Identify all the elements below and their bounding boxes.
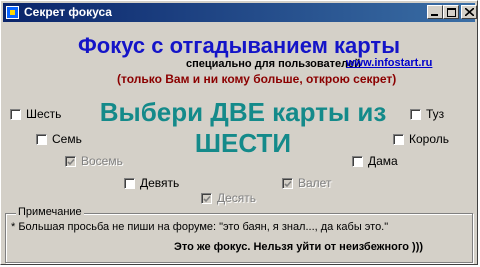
checkbox-seven-box[interactable] [36, 133, 47, 145]
checkbox-queen-label: Дама [368, 154, 398, 168]
checkbox-jack[interactable]: Валет [282, 176, 331, 190]
close-icon [465, 8, 474, 16]
window-title: Секрет фокуса [24, 5, 112, 19]
checkbox-nine-box[interactable] [124, 177, 135, 189]
notes-group-title: Примечание [16, 206, 84, 218]
trick-title: Фокус с отгадыванием карты [78, 33, 400, 58]
checkbox-six[interactable]: Шесть [10, 107, 61, 121]
checkbox-king[interactable]: Король [393, 132, 449, 146]
checkbox-ten[interactable]: Десять [201, 191, 256, 205]
instruction-line-2: ШЕСТИ [194, 128, 292, 158]
checkbox-ace-label: Туз [426, 107, 445, 121]
checkbox-ten-box[interactable] [201, 192, 212, 204]
checkbox-seven[interactable]: Семь [36, 132, 82, 146]
checkbox-six-label: Шесть [26, 107, 62, 121]
checkbox-ten-label: Десять [217, 191, 257, 205]
checkbox-seven-label: Семь [52, 132, 82, 146]
checkbox-eight-label: Восемь [81, 154, 123, 168]
checkbox-nine[interactable]: Девять [124, 176, 179, 190]
checkmark-icon [284, 180, 292, 187]
checkbox-eight-box[interactable] [65, 155, 76, 167]
maximize-button[interactable] [443, 5, 459, 19]
app-icon [6, 6, 19, 19]
checkbox-queen-box[interactable] [352, 155, 363, 167]
notes-text: * Большая просьба не пиши на форуме: "эт… [11, 221, 389, 233]
checkbox-ace-box[interactable] [410, 108, 421, 120]
checkbox-king-label: Король [409, 132, 450, 146]
footer-text: Это же фокус. Нельзя уйти от неизбежного… [174, 241, 424, 253]
notes-group: Примечание * Большая просьба не пиши на … [5, 206, 473, 263]
secret-promise: (только Вам и ни кому больше, открою сек… [117, 72, 397, 86]
checkbox-king-box[interactable] [393, 133, 404, 145]
subtitle: специально для пользователей [186, 58, 361, 70]
checkbox-jack-box[interactable] [282, 177, 293, 189]
checkmark-icon [203, 195, 211, 202]
checkmark-icon [67, 158, 75, 165]
checkbox-queen[interactable]: Дама [352, 154, 398, 168]
site-link[interactable]: www.infostart.ru [346, 57, 432, 69]
title-bar[interactable]: Секрет фокуса [3, 3, 477, 22]
checkbox-nine-label: Девять [140, 176, 180, 190]
main-window: Секрет фокуса Фокус с отгадыванием карты… [0, 0, 478, 265]
instruction-line-1: Выбери ДВЕ карты из [99, 97, 387, 127]
checkbox-jack-label: Валет [298, 176, 332, 190]
checkbox-eight[interactable]: Восемь [65, 154, 123, 168]
checkbox-six-box[interactable] [10, 108, 21, 120]
close-button[interactable] [461, 5, 477, 19]
checkbox-ace[interactable]: Туз [410, 107, 444, 121]
minimize-button[interactable] [427, 5, 443, 19]
